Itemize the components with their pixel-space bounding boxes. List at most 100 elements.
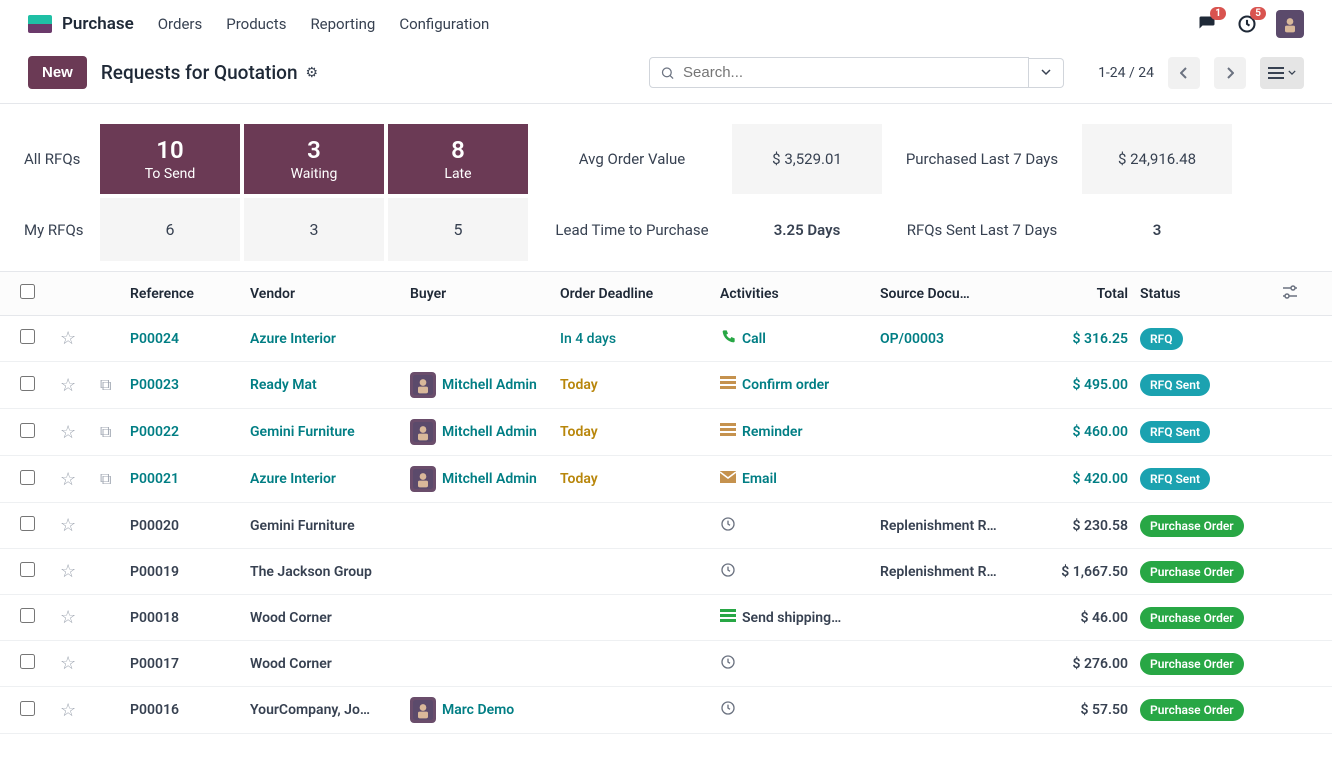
vendor-link[interactable]: Wood Corner [250, 656, 332, 672]
row-checkbox[interactable] [20, 562, 35, 577]
vendor-link[interactable]: The Jackson Group [250, 564, 372, 580]
activity-icon[interactable] [720, 329, 736, 349]
col-vendor[interactable]: Vendor [250, 286, 410, 302]
col-status[interactable]: Status [1140, 286, 1280, 302]
new-button[interactable]: New [28, 56, 87, 89]
reference-link[interactable]: P00021 [130, 471, 179, 487]
metric-sent-value[interactable]: 3 [1082, 198, 1232, 261]
row-checkbox[interactable] [20, 701, 35, 716]
reference-link[interactable]: P00023 [130, 377, 179, 393]
vendor-link[interactable]: Azure Interior [250, 471, 336, 487]
duplicate-icon[interactable]: ⧉ [100, 422, 111, 441]
col-deadline[interactable]: Order Deadline [560, 286, 720, 302]
activity-text[interactable]: Reminder [742, 424, 803, 440]
table-row[interactable]: ☆P00017Wood Corner$ 276.00Purchase Order [0, 641, 1332, 687]
pager-next-button[interactable] [1214, 57, 1246, 89]
row-checkbox[interactable] [20, 329, 35, 344]
stat-to-send[interactable]: 10To Send [100, 124, 240, 194]
vendor-link[interactable]: Azure Interior [250, 331, 336, 347]
activities-icon[interactable]: 5 [1236, 13, 1258, 35]
col-total[interactable]: Total [1040, 286, 1140, 302]
my-late[interactable]: 5 [388, 198, 528, 261]
vendor-link[interactable]: Wood Corner [250, 610, 332, 626]
table-row[interactable]: ☆⧉P00023Ready MatMitchell AdminTodayConf… [0, 362, 1332, 409]
select-all-checkbox[interactable] [20, 284, 35, 299]
all-rfqs-label[interactable]: All RFQs [20, 124, 100, 194]
reference-link[interactable]: P00024 [130, 331, 179, 347]
table-row[interactable]: ☆P00024Azure InteriorIn 4 daysCallOP/000… [0, 316, 1332, 362]
star-icon[interactable]: ☆ [60, 469, 76, 490]
my-waiting[interactable]: 3 [244, 198, 384, 261]
table-row[interactable]: ☆⧉P00022Gemini FurnitureMitchell AdminTo… [0, 409, 1332, 456]
activity-icon[interactable] [720, 516, 736, 536]
reference-link[interactable]: P00016 [130, 702, 179, 718]
table-row[interactable]: ☆⧉P00021Azure InteriorMitchell AdminToda… [0, 456, 1332, 503]
activity-icon[interactable] [720, 376, 736, 394]
pager-prev-button[interactable] [1168, 57, 1200, 89]
my-rfqs-label[interactable]: My RFQs [20, 198, 100, 261]
star-icon[interactable]: ☆ [60, 607, 76, 628]
activity-icon[interactable] [720, 562, 736, 582]
activity-text[interactable]: Send shipping… [742, 610, 841, 626]
reference-link[interactable]: P00020 [130, 518, 179, 534]
stat-waiting[interactable]: 3Waiting [244, 124, 384, 194]
search-box[interactable] [649, 57, 1029, 88]
row-checkbox[interactable] [20, 608, 35, 623]
activity-icon[interactable] [720, 700, 736, 720]
activity-icon[interactable] [720, 654, 736, 674]
activity-text[interactable]: Confirm order [742, 377, 829, 393]
reference-link[interactable]: P00017 [130, 656, 179, 672]
table-row[interactable]: ☆P00018Wood CornerSend shipping…$ 46.00P… [0, 595, 1332, 641]
star-icon[interactable]: ☆ [60, 375, 76, 396]
col-buyer[interactable]: Buyer [410, 286, 560, 302]
buyer-link[interactable]: Mitchell Admin [442, 377, 537, 393]
col-reference[interactable]: Reference [130, 286, 250, 302]
pager-text[interactable]: 1-24 / 24 [1098, 65, 1154, 81]
star-icon[interactable]: ☆ [60, 700, 76, 721]
star-icon[interactable]: ☆ [60, 561, 76, 582]
star-icon[interactable]: ☆ [60, 422, 76, 443]
activity-icon[interactable] [720, 471, 736, 487]
nav-reporting[interactable]: Reporting [310, 15, 375, 33]
activity-text[interactable]: Call [742, 331, 766, 347]
my-to-send[interactable]: 6 [100, 198, 240, 261]
table-row[interactable]: ☆P00016YourCompany, Jo…Marc Demo$ 57.50P… [0, 687, 1332, 734]
row-checkbox[interactable] [20, 654, 35, 669]
row-checkbox[interactable] [20, 423, 35, 438]
reference-link[interactable]: P00019 [130, 564, 179, 580]
stat-late[interactable]: 8Late [388, 124, 528, 194]
duplicate-icon[interactable]: ⧉ [100, 375, 111, 394]
nav-products[interactable]: Products [226, 15, 286, 33]
star-icon[interactable]: ☆ [60, 653, 76, 674]
table-row[interactable]: ☆P00019The Jackson GroupReplenishment R…… [0, 549, 1332, 595]
vendor-link[interactable]: Ready Mat [250, 377, 317, 393]
brand[interactable]: Purchase [28, 14, 134, 34]
user-avatar[interactable] [1276, 10, 1304, 38]
column-options-icon[interactable] [1282, 285, 1312, 303]
buyer-link[interactable]: Marc Demo [442, 702, 514, 718]
search-dropdown[interactable] [1029, 58, 1064, 88]
activity-icon[interactable] [720, 609, 736, 627]
table-row[interactable]: ☆P00020Gemini FurnitureReplenishment R…$… [0, 503, 1332, 549]
buyer-link[interactable]: Mitchell Admin [442, 471, 537, 487]
search-input[interactable] [683, 64, 1018, 81]
nav-orders[interactable]: Orders [158, 15, 203, 33]
row-checkbox[interactable] [20, 470, 35, 485]
vendor-link[interactable]: YourCompany, Jo… [250, 702, 370, 718]
buyer-link[interactable]: Mitchell Admin [442, 424, 537, 440]
row-checkbox[interactable] [20, 516, 35, 531]
gear-icon[interactable]: ⚙ [306, 65, 319, 81]
vendor-link[interactable]: Gemini Furniture [250, 518, 355, 534]
star-icon[interactable]: ☆ [60, 515, 76, 536]
source-link[interactable]: OP/00003 [880, 331, 944, 347]
vendor-link[interactable]: Gemini Furniture [250, 424, 355, 440]
nav-configuration[interactable]: Configuration [399, 15, 489, 33]
reference-link[interactable]: P00018 [130, 610, 179, 626]
star-icon[interactable]: ☆ [60, 328, 76, 349]
metric-avg-value[interactable]: $ 3,529.01 [732, 124, 882, 194]
activity-icon[interactable] [720, 423, 736, 441]
activity-text[interactable]: Email [742, 471, 777, 487]
list-view-button[interactable] [1260, 57, 1304, 89]
row-checkbox[interactable] [20, 376, 35, 391]
reference-link[interactable]: P00022 [130, 424, 179, 440]
